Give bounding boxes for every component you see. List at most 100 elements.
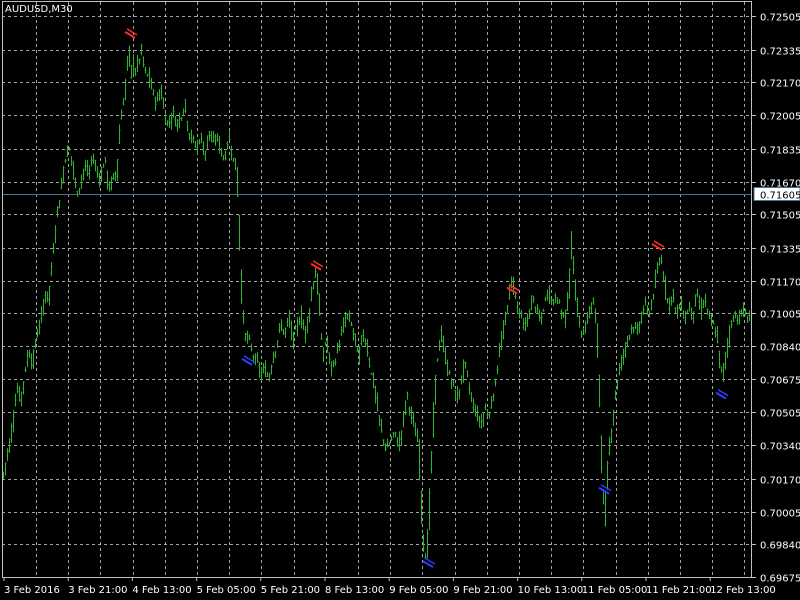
price-bar — [234, 158, 237, 171]
price-bar — [306, 316, 309, 334]
price-bar — [210, 130, 213, 143]
price-bar — [14, 393, 17, 407]
y-tick-label: 0.70675 — [760, 376, 800, 387]
price-bar — [260, 366, 263, 381]
price-bar — [216, 133, 219, 143]
price-bar — [464, 361, 467, 369]
time-axis[interactable]: 3 Feb 2016 3 Feb 21:00 4 Feb 13:00 5 Feb 05… — [3, 577, 776, 596]
price-bar — [502, 319, 505, 340]
price-bar — [40, 305, 43, 323]
fractal-down-marker — [422, 557, 436, 568]
price-bar — [106, 170, 109, 190]
price-bar — [580, 330, 583, 338]
x-tick-label: 5 Feb 21:00 — [261, 585, 320, 596]
x-tick-label: 8 Feb 13:00 — [325, 585, 384, 596]
x-tick-label: 3 Feb 2016 — [4, 585, 60, 596]
price-bar — [300, 305, 303, 329]
price-bar — [304, 325, 307, 344]
price-bar — [274, 351, 277, 359]
price-bar — [414, 422, 417, 437]
price-bar — [122, 98, 125, 106]
price-bar — [366, 339, 369, 357]
price-bar — [660, 254, 663, 265]
price-bar — [212, 130, 215, 143]
price-axis[interactable]: 0.72505 0.72335 0.72170 0.72005 0.71835 0.716… — [752, 13, 800, 585]
price-bar — [714, 326, 717, 338]
price-bar — [394, 431, 397, 438]
price-bar — [282, 328, 285, 336]
chart-window[interactable]: 0.72505 0.72335 0.72170 0.72005 0.71835 0.716… — [0, 0, 800, 600]
price-bar — [284, 327, 287, 338]
price-bar — [288, 309, 291, 328]
price-bar — [342, 317, 345, 333]
price-bar — [10, 423, 13, 443]
price-bar — [364, 338, 367, 348]
price-bar — [684, 310, 687, 324]
price-bar — [54, 225, 57, 244]
price-bar — [204, 150, 207, 161]
price-bar — [360, 334, 363, 346]
price-bar — [384, 443, 387, 452]
price-bar — [352, 327, 355, 341]
price-bar — [188, 133, 191, 141]
price-bar — [24, 366, 27, 373]
price-bar — [198, 139, 201, 145]
price-bar — [554, 292, 557, 304]
price-bar — [80, 174, 83, 189]
price-bar — [686, 309, 689, 314]
price-bar — [432, 402, 435, 438]
current-price-box: 0.71605 — [753, 187, 800, 202]
price-bar — [438, 339, 441, 351]
price-bar — [520, 309, 523, 319]
price-bar — [26, 349, 29, 368]
y-tick-label: 0.70340 — [760, 442, 800, 453]
price-chart[interactable]: 0.72505 0.72335 0.72170 0.72005 0.71835 0.716… — [0, 0, 800, 600]
price-bar — [446, 359, 449, 377]
price-bar — [596, 323, 599, 359]
price-bar — [104, 157, 107, 164]
price-bar — [184, 99, 187, 114]
price-bar — [266, 371, 269, 378]
price-bar — [562, 311, 565, 318]
price-bar — [670, 296, 673, 306]
y-tick-label: 0.70170 — [760, 476, 800, 487]
price-bar — [218, 136, 221, 154]
price-bar — [672, 289, 675, 303]
price-bar — [64, 159, 67, 164]
price-bar — [448, 369, 451, 375]
price-bar — [308, 307, 311, 323]
price-bar — [454, 389, 457, 400]
price-bar — [726, 338, 729, 359]
price-bar — [270, 364, 273, 375]
price-bar — [490, 396, 493, 409]
price-bar — [160, 84, 163, 100]
price-bar — [322, 347, 325, 363]
price-bar — [622, 348, 625, 365]
price-bar — [572, 256, 575, 275]
price-bar — [190, 129, 193, 144]
price-bar — [538, 309, 541, 322]
y-tick-label: 0.70505 — [760, 409, 800, 420]
price-bar — [158, 88, 161, 101]
price-bar — [280, 319, 283, 332]
price-bar — [262, 362, 265, 374]
fractal-down-marker — [598, 484, 612, 495]
price-bar — [478, 415, 481, 428]
x-tick-label: 9 Feb 21:00 — [453, 585, 512, 596]
price-bar — [618, 363, 621, 376]
price-bar — [652, 293, 655, 301]
price-bar — [372, 372, 375, 389]
price-bar — [496, 365, 499, 375]
price-bar — [226, 141, 229, 150]
y-tick-label: 0.69675 — [760, 574, 800, 585]
y-tick-label: 0.70005 — [760, 509, 800, 520]
price-bar — [110, 176, 113, 191]
fractal-down-marker — [241, 355, 255, 366]
price-bar — [194, 140, 197, 149]
symbol-title: AUDUSD,M30 — [5, 4, 73, 15]
price-bar — [30, 353, 33, 370]
price-bar — [378, 415, 381, 427]
price-bar — [484, 403, 487, 411]
price-bar — [240, 269, 243, 304]
price-bar — [374, 385, 377, 404]
